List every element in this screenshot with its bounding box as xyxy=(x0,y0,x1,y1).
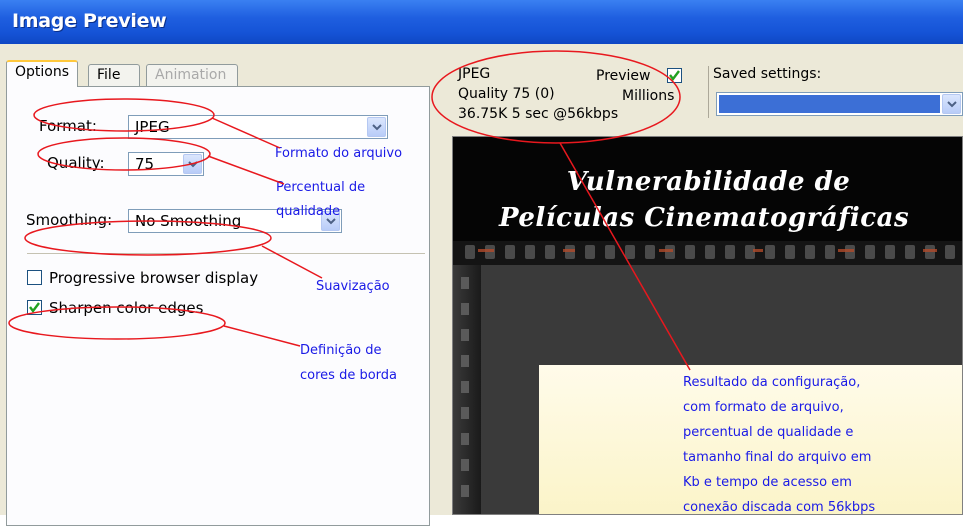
quality-label: Quality: xyxy=(47,154,105,172)
sharpen-checkbox[interactable] xyxy=(27,300,42,315)
chevron-down-icon[interactable] xyxy=(183,154,202,174)
sharpen-label: Sharpen color edges xyxy=(49,299,204,317)
info-quality: Quality 75 (0) xyxy=(458,86,555,102)
separator xyxy=(708,66,709,118)
format-value: JPEG xyxy=(135,118,170,136)
window-title: Image Preview xyxy=(12,10,167,32)
annotation-format: Formato do arquivo xyxy=(275,146,403,161)
smoothing-label: Smoothing: xyxy=(26,211,113,229)
saved-settings-label: Saved settings: xyxy=(713,66,822,82)
smoothing-value: No Smoothing xyxy=(135,212,242,230)
annotation-sharpen-2: cores de borda xyxy=(300,368,397,383)
info-format: JPEG xyxy=(458,66,491,82)
checkmark-icon xyxy=(669,70,680,81)
film-strip xyxy=(453,241,962,265)
info-size-time: 36.75K 5 sec @56kbps xyxy=(458,106,619,122)
preview-title-line1: Vulnerabilidade de xyxy=(566,167,851,197)
tab-animation-label: Animation xyxy=(155,67,227,83)
progressive-label: Progressive browser display xyxy=(49,269,259,287)
annotation-sharpen-1: Definição de xyxy=(300,343,382,358)
preview-title-line2: Películas Cinematográficas xyxy=(499,203,910,233)
saved-settings-select[interactable] xyxy=(716,92,963,116)
annotation-quality-2: qualidade xyxy=(276,204,341,219)
divider xyxy=(27,253,425,254)
tab-file[interactable]: File xyxy=(88,64,140,86)
tab-file-label: File xyxy=(97,67,121,83)
chevron-down-icon[interactable] xyxy=(942,94,961,114)
quality-value: 75 xyxy=(135,155,155,173)
tab-options[interactable]: Options xyxy=(6,60,78,87)
preview-checkbox[interactable] xyxy=(667,68,682,83)
annotation-result-line: tamanho final do arquivo em xyxy=(683,450,872,465)
preview-info: JPEG Quality 75 (0) 36.75K 5 sec @56kbps… xyxy=(452,62,702,132)
quality-combo[interactable]: 75 xyxy=(128,152,204,176)
title-bar: Image Preview xyxy=(0,0,963,44)
info-colors: Millions xyxy=(622,88,675,104)
annotation-result-line: com formato de arquivo, xyxy=(683,400,844,415)
progressive-checkbox[interactable] xyxy=(27,270,42,285)
annotation-result-line: Resultado da configuração, xyxy=(683,375,861,390)
tab-options-label: Options xyxy=(15,64,70,80)
annotation-smoothing: Suavização xyxy=(316,279,390,294)
annotation-result: Resultado da configuração, com formato d… xyxy=(683,370,875,520)
annotation-quality-1: Percentual de xyxy=(276,180,366,195)
checkmark-icon xyxy=(29,302,40,313)
annotation-result-line: percentual de qualidade e xyxy=(683,425,854,440)
chevron-down-icon[interactable] xyxy=(367,117,386,137)
preview-label: Preview xyxy=(596,68,651,84)
annotation-result-line: conexão discada com 56kbps xyxy=(683,500,876,515)
tab-animation[interactable]: Animation xyxy=(146,64,238,86)
saved-settings-value xyxy=(719,95,940,113)
format-select[interactable]: JPEG xyxy=(128,115,388,139)
format-label: Format: xyxy=(39,117,97,135)
annotation-result-line: Kb e tempo de acesso em xyxy=(683,475,852,490)
